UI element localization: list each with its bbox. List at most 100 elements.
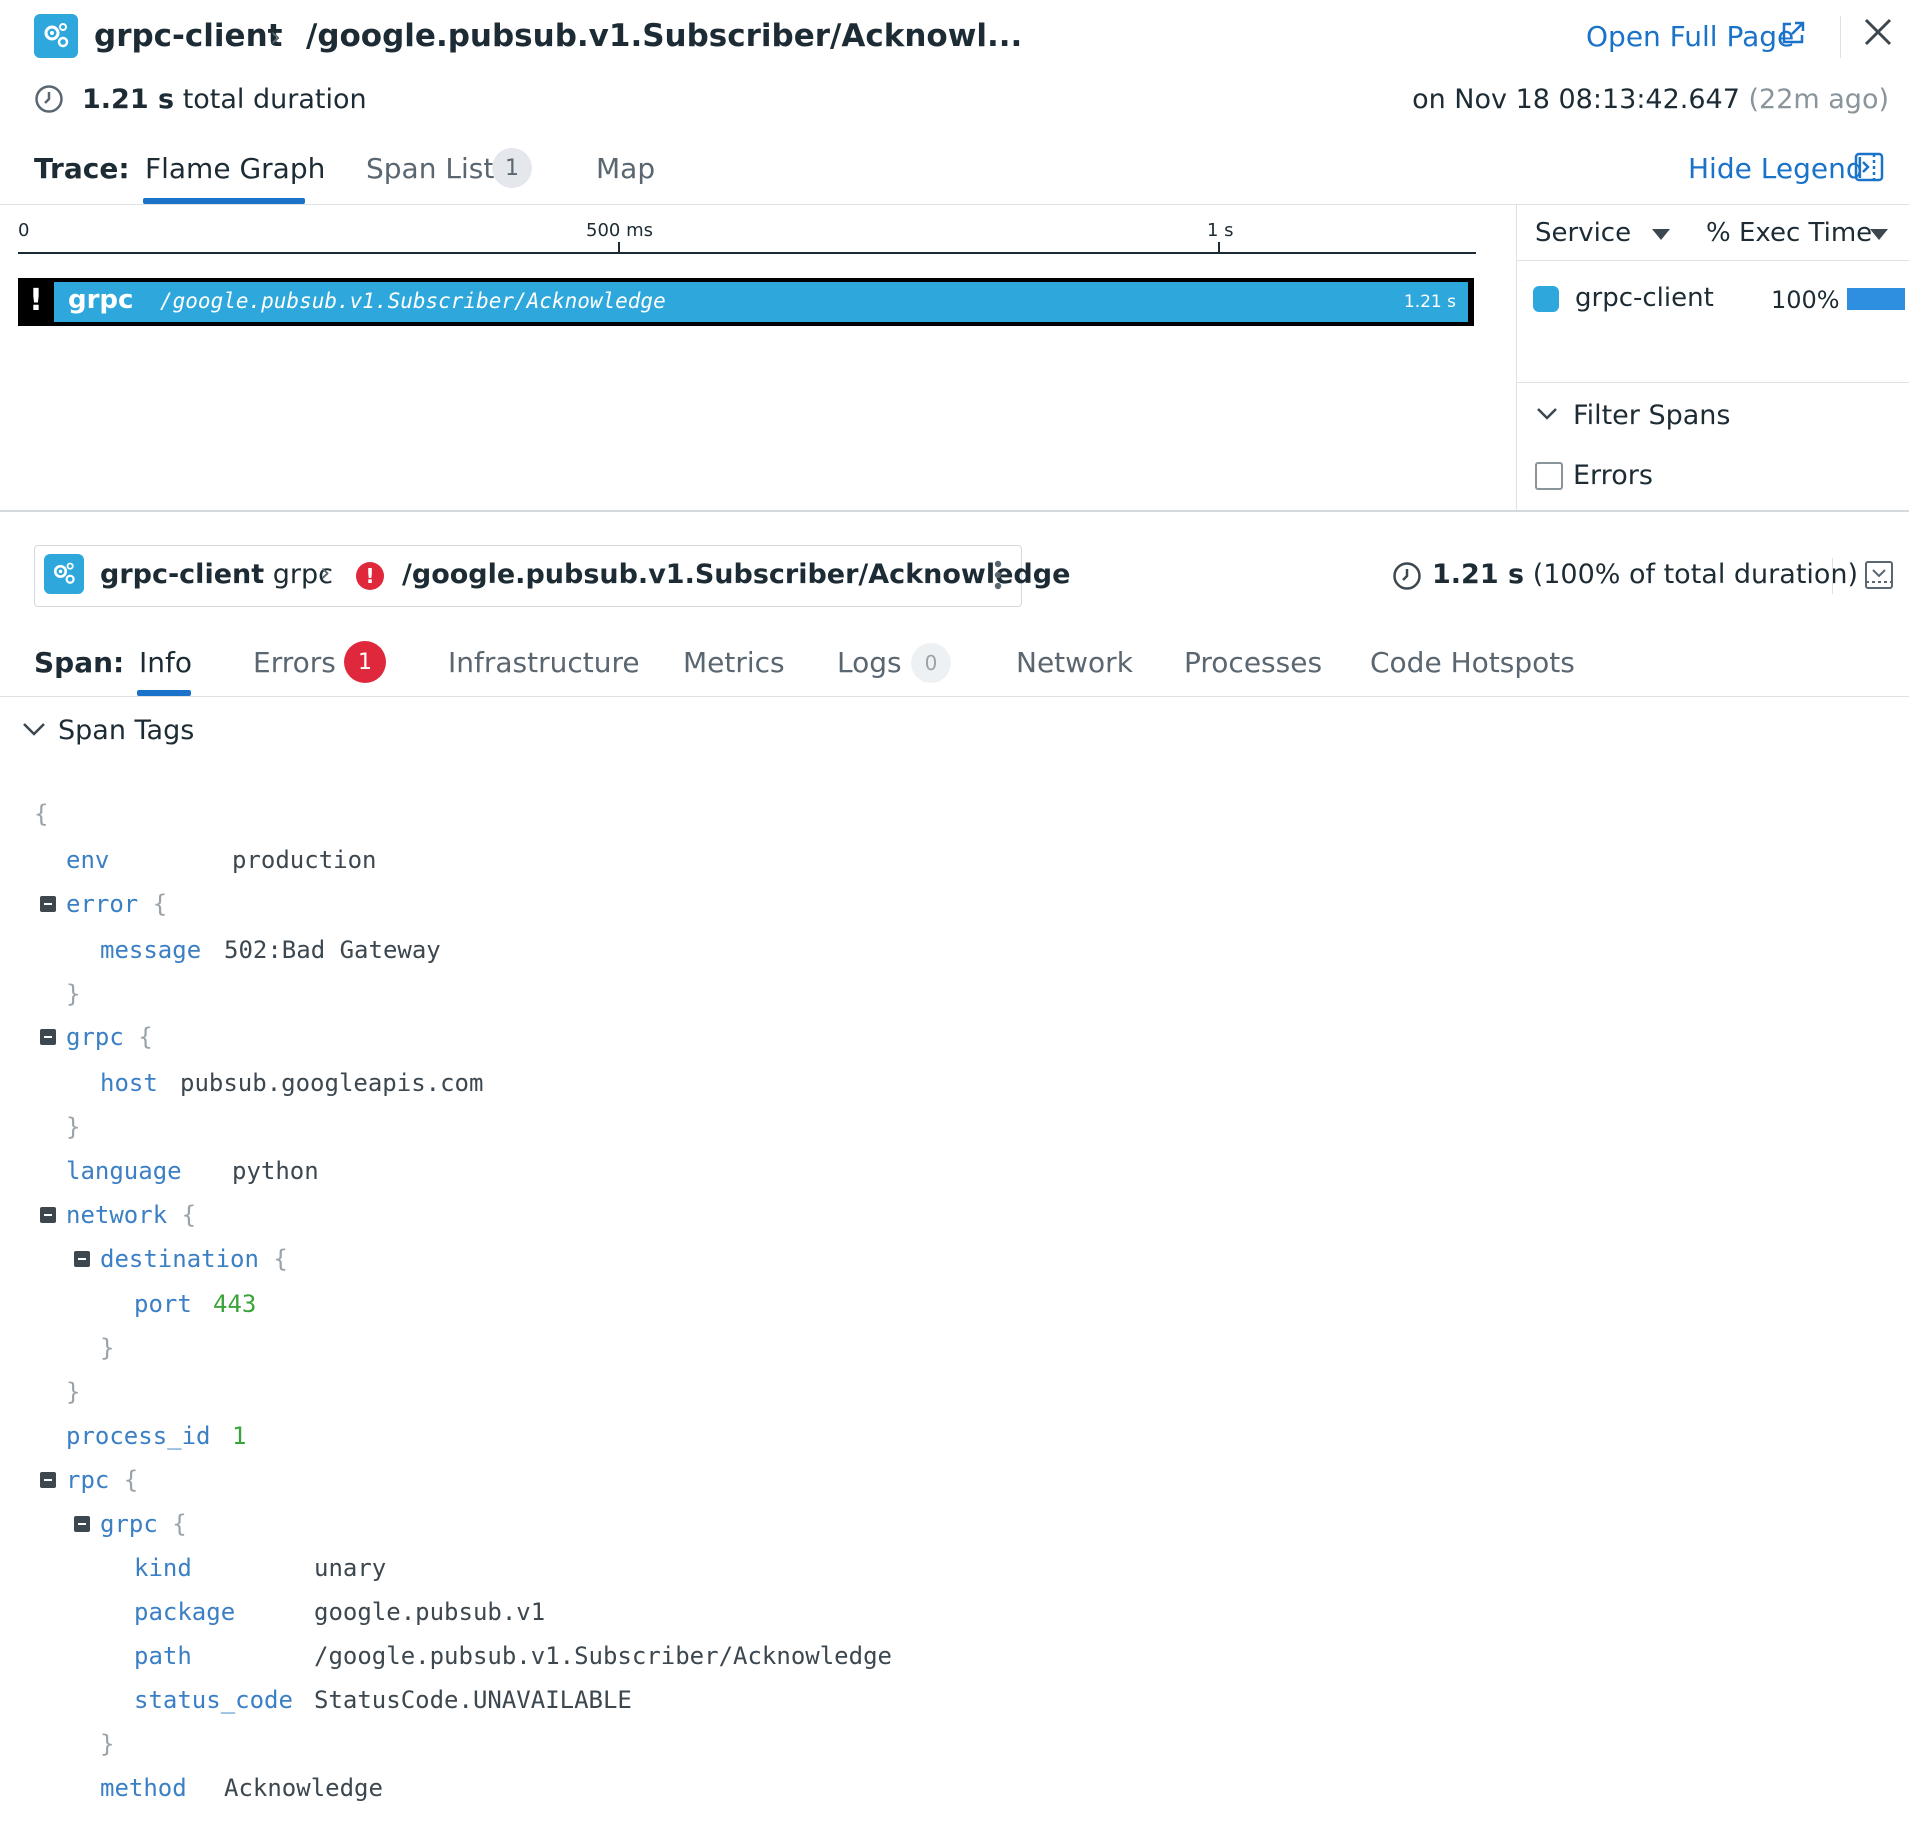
total-duration: 1.21 s total duration bbox=[82, 84, 367, 115]
collapse-network-icon[interactable] bbox=[40, 1207, 56, 1223]
chevron-down-icon[interactable] bbox=[1536, 406, 1558, 425]
collapse-span-icon[interactable] bbox=[1864, 560, 1894, 594]
collapse-destination-icon[interactable] bbox=[74, 1251, 90, 1267]
span-tags-title[interactable]: Span Tags bbox=[58, 715, 194, 746]
tick-mark-1s bbox=[1218, 242, 1220, 254]
tag-group-rpc-grpc: grpc { bbox=[100, 1510, 187, 1538]
timestamp-ago: (22m ago) bbox=[1748, 84, 1889, 115]
gears-icon bbox=[53, 562, 75, 584]
total-duration-value: 1.21 s bbox=[82, 84, 175, 115]
caret-down-icon[interactable] bbox=[1652, 226, 1670, 245]
collapse-rpc-grpc-icon[interactable] bbox=[74, 1516, 90, 1532]
tag-key-path: path bbox=[134, 1642, 192, 1670]
tab-code-hotspots[interactable]: Code Hotspots bbox=[1370, 646, 1575, 679]
tab-network[interactable]: Network bbox=[1016, 646, 1133, 679]
flame-span-bar[interactable]: ! grpc /google.pubsub.v1.Subscriber/Ackn… bbox=[18, 278, 1474, 326]
errors-checkbox[interactable] bbox=[1535, 462, 1563, 490]
logs-count-badge: 0 bbox=[911, 643, 951, 683]
legend-divider-2 bbox=[1517, 382, 1909, 383]
external-link-icon[interactable] bbox=[1780, 20, 1806, 50]
span-duration: 1.21 s (100% of total duration) bbox=[1432, 559, 1858, 590]
tag-value-language: python bbox=[232, 1157, 319, 1185]
json-brace-open: { bbox=[34, 800, 49, 828]
legend-divider bbox=[1516, 205, 1517, 510]
tag-key-port: port bbox=[134, 1290, 192, 1318]
timestamp-value: on Nov 18 08:13:42.647 bbox=[1412, 84, 1740, 115]
header-service-name[interactable]: grpc-client bbox=[94, 18, 282, 54]
tab-span-list[interactable]: Span List bbox=[366, 152, 494, 185]
tag-group-rpc: rpc { bbox=[66, 1466, 139, 1494]
json-brace-close: } bbox=[66, 1378, 81, 1406]
header-resource-name: /google.pubsub.v1.Subscriber/Acknowl... bbox=[306, 18, 1023, 54]
collapse-grpc-icon[interactable] bbox=[40, 1029, 56, 1045]
tab-logs[interactable]: Logs bbox=[837, 646, 902, 679]
tag-value-process-id: 1 bbox=[232, 1422, 247, 1450]
tag-key-package: package bbox=[134, 1598, 236, 1626]
tag-value-method: Acknowledge bbox=[224, 1774, 383, 1802]
tag-value-host: pubsub.googleapis.com bbox=[180, 1069, 484, 1097]
legend-swatch bbox=[1533, 286, 1559, 312]
hide-legend-button[interactable]: Hide Legend bbox=[1688, 152, 1864, 185]
more-options-icon[interactable] bbox=[994, 560, 1002, 594]
time-axis bbox=[18, 252, 1476, 254]
collapse-panel-icon[interactable] bbox=[1854, 152, 1884, 186]
span-header-resource: /google.pubsub.v1.Subscriber/Acknowledge bbox=[402, 559, 1071, 590]
span-list-count-badge: 1 bbox=[492, 148, 532, 188]
legend-exec-bar bbox=[1847, 288, 1905, 310]
collapse-rpc-icon[interactable] bbox=[40, 1472, 56, 1488]
tab-metrics[interactable]: Metrics bbox=[683, 646, 785, 679]
tab-flame-graph[interactable]: Flame Graph bbox=[145, 152, 325, 185]
tab-processes[interactable]: Processes bbox=[1184, 646, 1322, 679]
tag-value-env: production bbox=[232, 846, 377, 874]
tick-label-500ms: 500 ms bbox=[586, 220, 653, 241]
tag-key-message: message bbox=[100, 936, 202, 964]
tag-group-grpc: grpc { bbox=[66, 1023, 153, 1051]
tag-group-destination: destination { bbox=[100, 1245, 288, 1273]
tag-value-message: 502:Bad Gateway bbox=[224, 936, 441, 964]
tag-key-destination: destination bbox=[100, 1245, 259, 1273]
tick-label-0: 0 bbox=[18, 220, 30, 241]
legend-row-service: grpc-client bbox=[1575, 283, 1714, 313]
breadcrumb-chevron-icon: › bbox=[270, 20, 282, 53]
span-tabs-divider bbox=[0, 696, 1909, 697]
clock-icon bbox=[1392, 561, 1422, 595]
tab-info[interactable]: Info bbox=[139, 646, 192, 679]
tag-value-kind: unary bbox=[314, 1554, 387, 1582]
span-tabs-label: Span: bbox=[34, 646, 125, 679]
legend-col-service[interactable]: Service bbox=[1535, 218, 1631, 248]
breadcrumb-chevron-icon: › bbox=[320, 558, 331, 588]
json-brace-close: } bbox=[100, 1334, 115, 1362]
tag-value-port: 443 bbox=[213, 1290, 257, 1318]
tag-key-rpc-grpc: grpc bbox=[100, 1510, 158, 1538]
span-resource-label: /google.pubsub.v1.Subscriber/Acknowledge bbox=[160, 289, 666, 313]
span-duration-detail: (100% of total duration) bbox=[1532, 559, 1859, 590]
chevron-down-icon[interactable] bbox=[22, 722, 46, 742]
span-bar-fill: grpc /google.pubsub.v1.Subscriber/Acknow… bbox=[54, 282, 1468, 322]
open-full-page-link[interactable]: Open Full Page bbox=[1586, 20, 1794, 53]
json-brace-close: } bbox=[100, 1730, 115, 1758]
tag-value-status-code: StatusCode.UNAVAILABLE bbox=[314, 1686, 632, 1714]
close-icon[interactable] bbox=[1862, 16, 1894, 52]
span-error-mark: ! bbox=[29, 283, 43, 318]
tab-map[interactable]: Map bbox=[596, 152, 655, 185]
collapse-error-icon[interactable] bbox=[40, 896, 56, 912]
caret-down-icon[interactable] bbox=[1870, 226, 1888, 245]
panel-split-divider bbox=[0, 510, 1909, 512]
span-service-operation[interactable]: grpc-client grpc bbox=[100, 559, 333, 590]
error-icon: ! bbox=[356, 562, 384, 590]
tag-group-error: error { bbox=[66, 890, 168, 918]
filter-spans-toggle[interactable]: Filter Spans bbox=[1573, 400, 1730, 431]
legend-col-exec-time[interactable]: % Exec Time bbox=[1706, 218, 1872, 248]
errors-checkbox-label: Errors bbox=[1573, 460, 1653, 491]
tick-label-1s: 1 s bbox=[1207, 220, 1234, 241]
tag-group-network: network { bbox=[66, 1201, 197, 1229]
tab-errors[interactable]: Errors bbox=[253, 646, 336, 679]
span-duration-label: 1.21 s bbox=[1403, 292, 1456, 312]
tag-key-rpc: rpc bbox=[66, 1466, 110, 1494]
span-duration-value: 1.21 s bbox=[1432, 559, 1525, 590]
tag-key-method: method bbox=[100, 1774, 187, 1802]
total-duration-label: total duration bbox=[182, 84, 367, 115]
span-header-divider bbox=[1832, 558, 1833, 594]
tab-infrastructure[interactable]: Infrastructure bbox=[448, 646, 640, 679]
tag-key-status-code: status_code bbox=[134, 1686, 293, 1714]
